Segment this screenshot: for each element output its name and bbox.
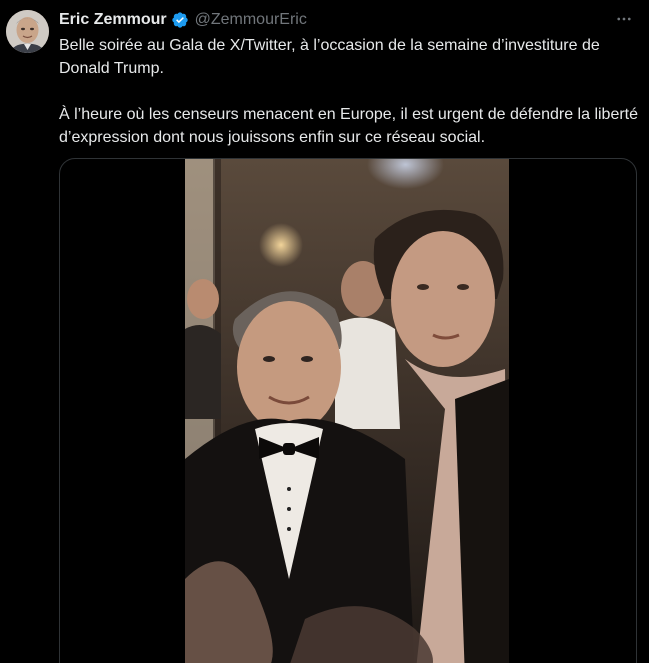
more-options-button[interactable] bbox=[613, 8, 635, 30]
gala-photo-image bbox=[185, 159, 509, 663]
author-handle[interactable]: @ZemmourEric bbox=[195, 11, 307, 29]
tweet-header: Eric Zemmour @ZemmourEric bbox=[59, 9, 307, 31]
media-photo bbox=[185, 159, 509, 663]
tweet: Eric Zemmour @ZemmourEric Belle soirée a… bbox=[0, 0, 649, 663]
author-display-name[interactable]: Eric Zemmour bbox=[59, 11, 167, 29]
avatar-photo-icon bbox=[6, 10, 49, 53]
tweet-paragraph: Belle soirée au Gala de X/Twitter, à l’o… bbox=[59, 37, 600, 77]
verified-badge-icon[interactable] bbox=[171, 11, 189, 29]
tweet-text: Belle soirée au Gala de X/Twitter, à l’o… bbox=[59, 34, 639, 149]
tweet-paragraph: À l’heure où les censeurs menacent en Eu… bbox=[59, 106, 639, 146]
more-options-icon bbox=[617, 17, 631, 21]
tweet-media[interactable] bbox=[59, 158, 637, 663]
avatar[interactable] bbox=[6, 10, 49, 53]
